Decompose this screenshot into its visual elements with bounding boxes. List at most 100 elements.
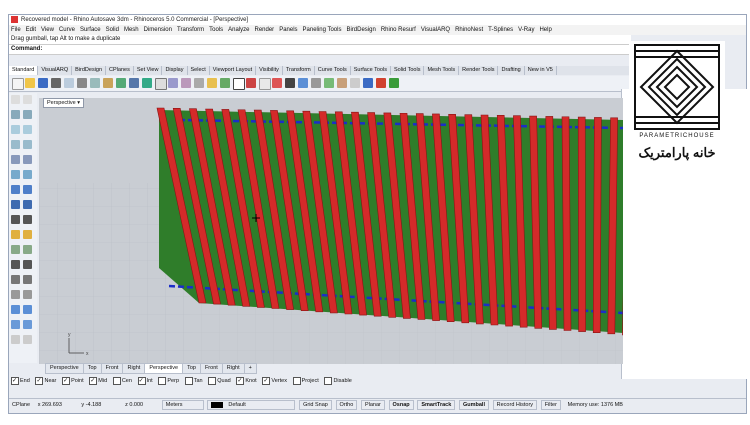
- osnap-knot[interactable]: Knot: [236, 375, 257, 387]
- undo-icon[interactable]: [116, 78, 126, 88]
- vp-tab-right-2[interactable]: Right: [221, 363, 245, 374]
- fin[interactable]: [592, 117, 602, 333]
- cplane-icon[interactable]: [220, 78, 230, 88]
- osnap-checkbox[interactable]: [62, 375, 71, 387]
- osnap-quad[interactable]: Quad: [208, 375, 231, 387]
- layer-icon[interactable]: [285, 78, 295, 88]
- osnap-cen[interactable]: Cen: [112, 375, 132, 387]
- status-smarttrack[interactable]: SmartTrack: [417, 400, 456, 410]
- osnap-end[interactable]: End: [11, 375, 30, 387]
- osnap-checkbox[interactable]: [112, 376, 121, 385]
- properties-icon[interactable]: [298, 78, 308, 88]
- tab-transform[interactable]: Transform: [283, 66, 315, 75]
- zoom-extents-icon[interactable]: [181, 78, 191, 88]
- snapshot-icon[interactable]: [11, 335, 20, 344]
- more-tools-icon[interactable]: [23, 335, 32, 344]
- menu-vray[interactable]: V-Ray: [518, 27, 534, 33]
- hide-icon[interactable]: [246, 78, 256, 88]
- osnap-checkbox[interactable]: [137, 375, 146, 387]
- tab-new-in-v5[interactable]: New in V5: [525, 66, 557, 75]
- polygon-icon[interactable]: [23, 140, 32, 149]
- status-layer[interactable]: Default: [207, 400, 296, 410]
- mirror-icon[interactable]: [11, 275, 20, 284]
- tab-solid-tools[interactable]: Solid Tools: [391, 66, 425, 75]
- save-icon[interactable]: [38, 78, 48, 88]
- tab-select[interactable]: Select: [188, 66, 210, 75]
- status-planar[interactable]: Planar: [360, 400, 385, 410]
- tab-mesh-tools[interactable]: Mesh Tools: [424, 66, 460, 75]
- extrude-icon[interactable]: [23, 170, 32, 179]
- show-icon[interactable]: [259, 78, 271, 90]
- osnap-tan[interactable]: Tan: [184, 375, 203, 387]
- osnap-checkbox[interactable]: [35, 375, 44, 387]
- print-icon[interactable]: [51, 78, 61, 88]
- copy-object-icon[interactable]: [23, 245, 32, 254]
- menu-file[interactable]: File: [11, 27, 21, 33]
- tab-drafting[interactable]: Drafting: [498, 66, 525, 75]
- vp-tab-perspective-active[interactable]: Perspective: [144, 363, 184, 374]
- menu-rhinoresurf[interactable]: Rhino Resurf: [381, 27, 416, 33]
- mesh-icon[interactable]: [23, 200, 32, 209]
- analyze-icon[interactable]: [11, 305, 20, 314]
- join-icon[interactable]: [23, 230, 32, 239]
- osnap-project[interactable]: Project: [292, 375, 319, 387]
- tab-visualarq[interactable]: VisualARQ: [38, 66, 73, 75]
- cut-icon[interactable]: [77, 78, 87, 88]
- render-icon[interactable]: [324, 78, 334, 88]
- status-ortho[interactable]: Ortho: [335, 400, 358, 410]
- paste-icon[interactable]: [103, 78, 113, 88]
- point-icon[interactable]: [23, 95, 32, 104]
- tab-viewport-layout[interactable]: Viewport Layout: [210, 66, 257, 75]
- lock-icon[interactable]: [272, 78, 282, 88]
- curvature-icon[interactable]: [23, 305, 32, 314]
- options-icon[interactable]: [350, 78, 360, 88]
- fillet-curve-icon[interactable]: [11, 155, 20, 164]
- menu-help[interactable]: Help: [539, 27, 551, 33]
- copy-icon[interactable]: [90, 78, 100, 88]
- menu-curve[interactable]: Curve: [59, 27, 75, 33]
- menu-tsplines[interactable]: T-Splines: [488, 27, 513, 33]
- surface-icon[interactable]: [11, 170, 20, 179]
- cylinder-icon[interactable]: [11, 200, 20, 209]
- menu-dimension[interactable]: Dimension: [144, 27, 172, 33]
- menu-panels[interactable]: Panels: [279, 27, 297, 33]
- new-file-icon[interactable]: [12, 78, 24, 90]
- grasshopper-icon[interactable]: [389, 78, 399, 88]
- tab-birddesign[interactable]: BirdDesign: [72, 66, 107, 75]
- menu-mesh[interactable]: Mesh: [124, 27, 139, 33]
- command-prompt[interactable]: Command:: [9, 45, 631, 55]
- pan-icon[interactable]: [129, 78, 139, 88]
- status-record-history[interactable]: Record History: [492, 400, 538, 410]
- tab-standard[interactable]: Standard: [9, 66, 39, 75]
- open-folder-icon[interactable]: [25, 78, 35, 88]
- osnap-checkbox[interactable]: [236, 375, 245, 387]
- vp-tab-perspective[interactable]: Perspective: [45, 363, 84, 374]
- viewport-canvas[interactable]: y x: [39, 98, 623, 364]
- osnap-checkbox[interactable]: [89, 375, 98, 387]
- menu-analyze[interactable]: Analyze: [228, 27, 249, 33]
- fin[interactable]: [577, 116, 586, 332]
- array-icon[interactable]: [23, 275, 32, 284]
- menu-surface[interactable]: Surface: [80, 27, 101, 33]
- menu-paneling-tools[interactable]: Paneling Tools: [303, 27, 342, 33]
- arc-icon[interactable]: [23, 125, 32, 134]
- select-arrow-icon[interactable]: [11, 95, 20, 104]
- zoom-icon[interactable]: [155, 78, 167, 90]
- tab-render-tools[interactable]: Render Tools: [459, 66, 499, 75]
- menu-tools[interactable]: Tools: [209, 27, 223, 33]
- osnap-checkbox[interactable]: [208, 376, 217, 385]
- osnap-vertex[interactable]: Vertex: [262, 375, 287, 387]
- tab-visibility[interactable]: Visibility: [256, 66, 283, 75]
- osnap-mid[interactable]: Mid: [89, 375, 107, 387]
- osnap-disable[interactable]: Disable: [324, 375, 352, 387]
- status-grid-snap[interactable]: Grid Snap: [299, 400, 332, 410]
- osnap-checkbox[interactable]: [262, 375, 271, 387]
- text-icon[interactable]: [23, 290, 32, 299]
- status-osnap[interactable]: Osnap: [388, 400, 414, 410]
- status-filter[interactable]: Filter: [540, 400, 561, 410]
- osnap-checkbox[interactable]: [292, 376, 301, 385]
- osnap-int[interactable]: Int: [137, 375, 153, 387]
- osnap-checkbox[interactable]: [11, 375, 19, 387]
- tab-set-view[interactable]: Set View: [134, 66, 163, 75]
- boolean-icon[interactable]: [11, 215, 20, 224]
